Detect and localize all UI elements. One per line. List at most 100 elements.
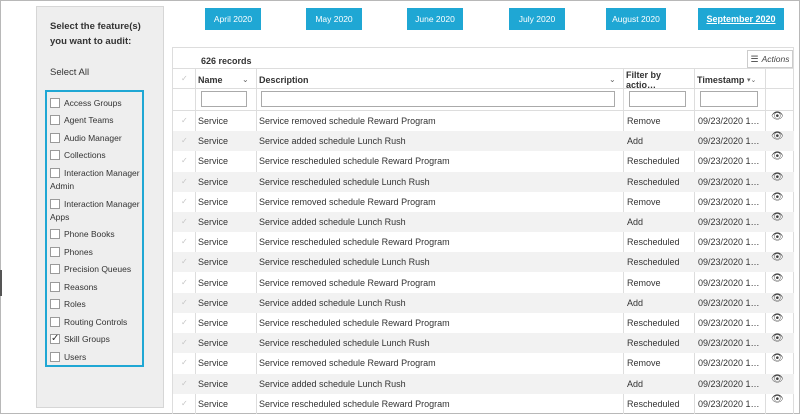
month-tab[interactable]: September 2020 [698, 8, 784, 30]
eye-icon[interactable]: 👁 [771, 232, 784, 252]
row-check-icon[interactable]: ✓ [181, 151, 188, 171]
table-row[interactable]: ✓ Service Service added schedule Lunch Rus… [173, 373, 794, 394]
eye-icon[interactable]: 👁 [771, 353, 784, 373]
table-row[interactable]: ✓ Service Service rescheduled schedule Rew… [173, 151, 794, 171]
feature-item[interactable]: Reasons [50, 281, 98, 294]
feature-item[interactable]: Interaction Manager Admin [50, 167, 152, 191]
column-header-description[interactable]: Description ⌄ [259, 69, 619, 90]
row-check-icon[interactable]: ✓ [181, 273, 188, 293]
row-check-icon[interactable]: ✓ [181, 333, 188, 353]
row-check-icon[interactable]: ✓ [181, 192, 188, 212]
checkbox[interactable] [50, 229, 60, 239]
row-check-icon[interactable]: ✓ [181, 293, 188, 313]
table-row[interactable]: ✓ Service Service added schedule Lunch Rus… [173, 131, 794, 152]
eye-icon[interactable]: 👁 [771, 293, 784, 313]
row-check-icon[interactable]: ✓ [181, 313, 188, 333]
table-row[interactable]: ✓ Service Service removed schedule Reward … [173, 192, 794, 212]
row-check-icon[interactable]: ✓ [181, 212, 188, 232]
checkbox[interactable] [50, 264, 60, 274]
row-check-icon[interactable]: ✓ [181, 172, 188, 192]
feature-item[interactable]: Skill Groups [50, 332, 110, 346]
table-row[interactable]: ✓ Service Service rescheduled schedule Lun… [173, 171, 794, 192]
checkbox[interactable] [50, 317, 60, 327]
table-row[interactable]: ✓ Service Service added schedule Lunch Rus… [173, 292, 794, 313]
feature-item[interactable]: Audio Manager [50, 132, 122, 145]
checkbox[interactable] [50, 247, 60, 257]
month-tab[interactable]: May 2020 [306, 8, 362, 30]
eye-icon[interactable]: 👁 [771, 172, 784, 192]
select-all-rows-check-icon[interactable]: ✓ [181, 74, 188, 83]
eye-icon[interactable]: 👁 [771, 192, 784, 212]
cell-timestamp: 09/23/2020 1… [698, 217, 760, 227]
name-filter-input[interactable] [201, 91, 247, 107]
eye-icon[interactable]: 👁 [771, 212, 784, 232]
table-row[interactable]: ✓ Service Service removed schedule Reward … [173, 111, 794, 131]
eye-icon[interactable]: 👁 [771, 111, 784, 131]
feature-label: Skill Groups [64, 334, 110, 344]
eye-icon[interactable]: 👁 [771, 151, 784, 171]
eye-icon[interactable]: 👁 [771, 374, 784, 394]
timestamp-filter-input[interactable] [700, 91, 758, 107]
column-action-label: Filter by actio… [626, 69, 662, 90]
checkbox[interactable] [50, 168, 60, 178]
cell-name: Service [198, 136, 229, 147]
table-row[interactable]: ✓ Service Service rescheduled schedule Lun… [173, 252, 794, 273]
row-check-icon[interactable]: ✓ [181, 353, 188, 373]
checkbox[interactable] [50, 352, 60, 362]
row-check-icon[interactable]: ✓ [181, 131, 188, 151]
row-check-icon[interactable]: ✓ [181, 252, 188, 272]
feature-item[interactable]: Access Groups [50, 97, 122, 110]
action-filter-input[interactable] [629, 91, 686, 107]
feature-item[interactable]: Routing Controls [50, 316, 127, 329]
table-row[interactable]: ✓ Service Service removed schedule Reward … [173, 353, 794, 373]
feature-item[interactable]: Interaction Manager Apps [50, 198, 152, 222]
select-all-link[interactable]: Select All [50, 67, 89, 78]
row-check-icon[interactable]: ✓ [181, 374, 188, 394]
row-check-icon[interactable]: ✓ [181, 111, 188, 131]
chevron-down-icon[interactable]: ⌄ [242, 75, 249, 84]
eye-icon[interactable]: 👁 [771, 333, 784, 353]
checkbox[interactable] [50, 115, 60, 125]
actions-button[interactable]: ☰ Actions [747, 50, 793, 68]
table-row[interactable]: ✓ Service Service rescheduled schedule Rew… [173, 394, 794, 414]
table-row[interactable]: ✓ Service Service rescheduled schedule Rew… [173, 313, 794, 333]
chevron-down-icon[interactable]: ⌄ [609, 75, 616, 84]
feature-item[interactable]: Roles [50, 298, 86, 311]
feature-item[interactable]: Precision Queues [50, 263, 131, 276]
table-row[interactable]: ✓ Service Service added schedule Lunch Rus… [173, 212, 794, 232]
table-row[interactable]: ✓ Service Service rescheduled schedule Lun… [173, 333, 794, 354]
description-filter-input[interactable] [261, 91, 615, 107]
checkbox-checked[interactable] [50, 332, 60, 345]
eye-icon[interactable]: 👁 [771, 131, 784, 151]
table-row[interactable]: ✓ Service Service removed schedule Reward … [173, 273, 794, 293]
month-tab[interactable]: July 2020 [509, 8, 565, 30]
row-check-icon[interactable]: ✓ [181, 232, 188, 252]
checkbox[interactable] [50, 150, 60, 160]
cell-timestamp: 09/23/2020 1… [698, 237, 760, 248]
row-check-icon[interactable]: ✓ [181, 394, 188, 414]
column-header-timestamp[interactable]: Timestamp ▾⌄ [697, 69, 763, 90]
eye-icon[interactable]: 👁 [771, 394, 784, 414]
feature-item[interactable]: Collections [50, 149, 106, 162]
eye-icon[interactable]: 👁 [771, 313, 784, 333]
feature-label: Precision Queues [64, 264, 132, 274]
month-tab[interactable]: August 2020 [606, 8, 666, 30]
checkbox[interactable] [50, 199, 60, 209]
checkbox[interactable] [50, 98, 60, 108]
column-header-name[interactable]: Name ⌄ [198, 69, 253, 90]
sort-desc-icon[interactable]: ▾⌄ [747, 76, 756, 84]
eye-icon[interactable]: 👁 [771, 252, 784, 272]
checkbox[interactable] [50, 299, 60, 309]
eye-icon[interactable]: 👁 [771, 273, 784, 293]
checkbox[interactable] [50, 282, 60, 292]
table-row[interactable]: ✓ Service Service rescheduled schedule Rew… [173, 232, 794, 252]
checkbox[interactable] [50, 133, 60, 143]
column-header-action[interactable]: Filter by actio… [626, 69, 692, 90]
cell-description: Service removed schedule Reward Program [259, 196, 436, 207]
feature-item[interactable]: Users [50, 351, 86, 364]
feature-item[interactable]: Phones [50, 246, 93, 259]
month-tab[interactable]: April 2020 [205, 8, 261, 30]
month-tab[interactable]: June 2020 [407, 8, 463, 30]
feature-item[interactable]: Agent Teams [50, 114, 113, 127]
feature-item[interactable]: Phone Books [50, 228, 115, 241]
